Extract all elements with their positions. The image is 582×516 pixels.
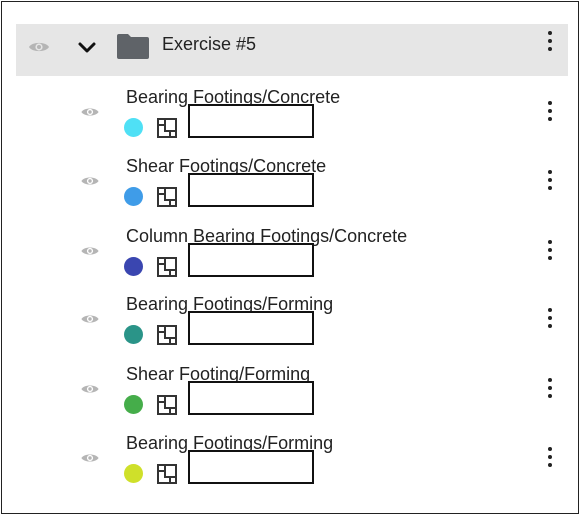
- redacted-field: [188, 243, 314, 277]
- layer-color-swatch[interactable]: [124, 395, 143, 414]
- more-vertical-icon[interactable]: [544, 28, 556, 58]
- layer-color-swatch[interactable]: [124, 325, 143, 344]
- layer-row[interactable]: Bearing Footings/Forming: [16, 432, 568, 498]
- more-vertical-icon[interactable]: [544, 98, 556, 128]
- assembly-icon: [156, 463, 178, 485]
- layer-color-swatch[interactable]: [124, 118, 143, 137]
- layer-color-swatch[interactable]: [124, 464, 143, 483]
- layer-color-swatch[interactable]: [124, 257, 143, 276]
- assembly-icon: [156, 394, 178, 416]
- more-vertical-icon[interactable]: [544, 444, 556, 474]
- assembly-icon: [156, 117, 178, 139]
- eye-icon[interactable]: [80, 452, 100, 464]
- eye-icon[interactable]: [80, 175, 100, 187]
- eye-icon[interactable]: [80, 383, 100, 395]
- eye-icon[interactable]: [80, 313, 100, 325]
- folder-row-exercise-5[interactable]: Exercise #5: [16, 24, 568, 76]
- layer-row[interactable]: Bearing Footings/Concrete: [16, 86, 568, 152]
- layer-row[interactable]: Column Bearing Footings/Concrete: [16, 225, 568, 291]
- layer-row[interactable]: Bearing Footings/Forming: [16, 293, 568, 359]
- layer-color-swatch[interactable]: [124, 187, 143, 206]
- eye-icon[interactable]: [80, 245, 100, 257]
- assembly-icon: [156, 324, 178, 346]
- more-vertical-icon[interactable]: [544, 237, 556, 267]
- more-vertical-icon[interactable]: [544, 167, 556, 197]
- more-vertical-icon[interactable]: [544, 305, 556, 335]
- eye-icon[interactable]: [80, 106, 100, 118]
- layer-row[interactable]: Shear Footing/Forming: [16, 363, 568, 429]
- redacted-field: [188, 311, 314, 345]
- redacted-field: [188, 450, 314, 484]
- more-vertical-icon[interactable]: [544, 375, 556, 405]
- eye-icon[interactable]: [28, 40, 50, 54]
- redacted-field: [188, 381, 314, 415]
- layer-row[interactable]: Shear Footings/Concrete: [16, 155, 568, 221]
- folder-icon: [116, 32, 150, 60]
- folder-name: Exercise #5: [162, 34, 257, 54]
- assembly-icon: [156, 186, 178, 208]
- chevron-down-icon[interactable]: [77, 38, 97, 58]
- redacted-field: [188, 104, 314, 138]
- redacted-field: [188, 173, 314, 207]
- layers-panel: Exercise #5 Bearing Footings/Concrete Sh…: [1, 1, 579, 514]
- assembly-icon: [156, 256, 178, 278]
